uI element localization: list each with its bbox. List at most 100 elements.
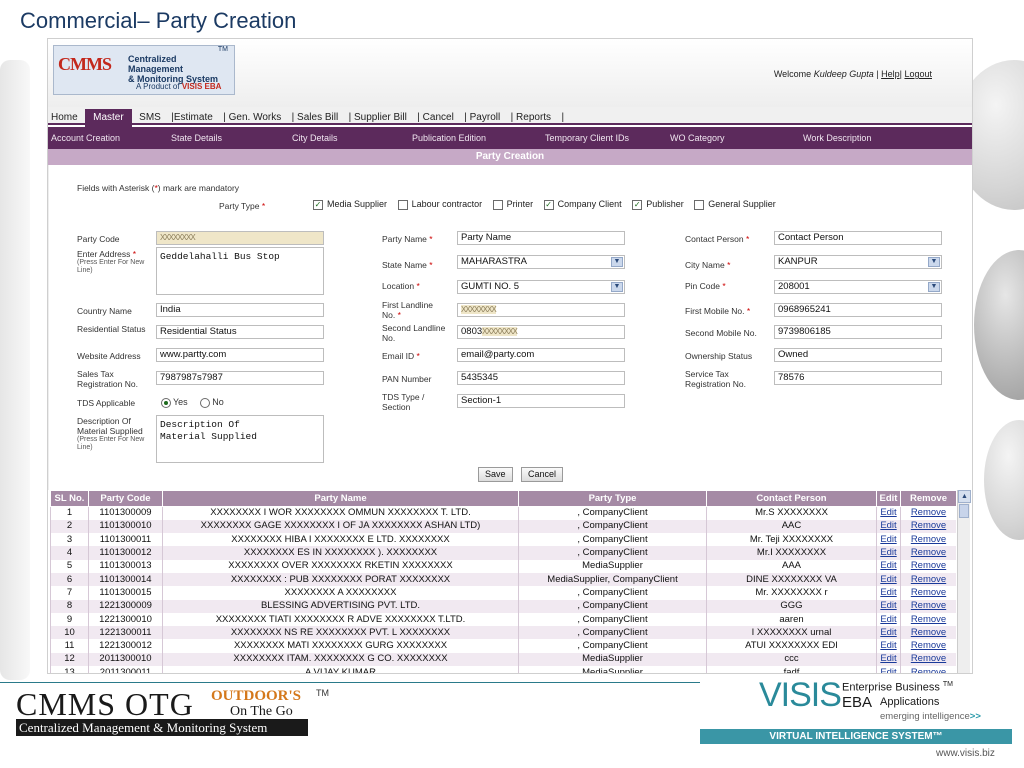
- edit-link[interactable]: Edit: [880, 547, 896, 558]
- email-field[interactable]: email@party.com: [457, 348, 625, 362]
- first-landline-field[interactable]: XXXXXXXX: [457, 303, 625, 317]
- chevron-down-icon[interactable]: ▼: [928, 282, 940, 292]
- website-label: Website Address: [77, 351, 141, 361]
- menu-estimate[interactable]: |Estimate: [168, 109, 216, 127]
- menu-supplier-bill[interactable]: | Supplier Bill: [346, 109, 410, 127]
- edit-link[interactable]: Edit: [880, 560, 896, 571]
- menu-payroll[interactable]: | Payroll: [461, 109, 503, 127]
- checkbox-icon[interactable]: ✓: [632, 199, 643, 210]
- submenu-wo-category[interactable]: WO Category: [670, 127, 725, 149]
- remove-link[interactable]: Remove: [911, 534, 946, 545]
- edit-link[interactable]: Edit: [880, 574, 896, 585]
- save-button[interactable]: Save: [478, 467, 513, 482]
- party-code-field[interactable]: XXXXXXXX: [156, 231, 324, 245]
- party-type-labour-contractor[interactable]: Labour contractor: [397, 199, 482, 210]
- ownership-field[interactable]: Owned: [774, 348, 942, 362]
- submenu-work-description[interactable]: Work Description: [803, 127, 871, 149]
- remove-link[interactable]: Remove: [911, 627, 946, 638]
- desc-textarea[interactable]: Description Of Material Supplied: [156, 415, 324, 463]
- cell-edit: Edit: [876, 506, 901, 520]
- country-field[interactable]: India: [156, 303, 324, 317]
- menu-sms[interactable]: SMS: [136, 109, 164, 127]
- remove-link[interactable]: Remove: [911, 640, 946, 651]
- remove-link[interactable]: Remove: [911, 653, 946, 664]
- remove-link[interactable]: Remove: [911, 560, 946, 571]
- edit-link[interactable]: Edit: [880, 640, 896, 651]
- cell-edit: Edit: [876, 666, 901, 673]
- edit-link[interactable]: Edit: [880, 600, 896, 611]
- cell-party-name: XXXXXXXX I WOR XXXXXXXX OMMUN XXXXXXXX T…: [162, 506, 519, 520]
- submenu-state-details[interactable]: State Details: [171, 127, 222, 149]
- location-select[interactable]: GUMTI NO. 5 ▼: [457, 280, 625, 294]
- table-row: 6 1101300014 XXXXXXXX : PUB XXXXXXXX PORAT…: [50, 572, 956, 587]
- edit-link[interactable]: Edit: [880, 520, 896, 531]
- second-mobile-field[interactable]: 9739806185: [774, 325, 942, 339]
- menu-master[interactable]: Master: [85, 109, 132, 127]
- edit-link[interactable]: Edit: [880, 587, 896, 598]
- scroll-thumb[interactable]: [959, 504, 969, 518]
- party-name-field[interactable]: Party Name: [457, 231, 625, 245]
- website-field[interactable]: www.partty.com: [156, 348, 324, 362]
- menu-home[interactable]: Home: [48, 109, 81, 127]
- menu-cancel[interactable]: | Cancel: [414, 109, 457, 127]
- tds-yes-radio[interactable]: [161, 397, 171, 408]
- party-type-publisher[interactable]: ✓ Publisher: [632, 199, 684, 210]
- col-party-name: Party Name: [162, 490, 519, 507]
- edit-link[interactable]: Edit: [880, 667, 896, 673]
- menu-gen-works[interactable]: | Gen. Works: [220, 109, 284, 127]
- chevron-down-icon[interactable]: ▼: [611, 257, 623, 267]
- edit-link[interactable]: Edit: [880, 614, 896, 625]
- table-scrollbar[interactable]: ▲: [957, 490, 971, 673]
- tds-no-radio[interactable]: [200, 397, 211, 408]
- remove-link[interactable]: Remove: [911, 574, 946, 585]
- checkbox-icon[interactable]: ✓: [543, 199, 554, 210]
- pan-field[interactable]: 5435345: [457, 371, 625, 385]
- party-type-printer[interactable]: Printer: [492, 199, 533, 210]
- checkbox-icon[interactable]: ✓: [313, 199, 323, 210]
- logout-link[interactable]: Logout: [904, 69, 932, 79]
- address-textarea[interactable]: Geddelahalli Bus Stop: [156, 247, 324, 295]
- scroll-up-icon[interactable]: ▲: [958, 490, 971, 503]
- second-landline-field[interactable]: 0803XXXXXXXX: [457, 325, 625, 339]
- edit-link[interactable]: Edit: [880, 627, 896, 638]
- first-mobile-field[interactable]: 0968965241: [774, 303, 942, 317]
- chevron-down-icon[interactable]: ▼: [611, 282, 623, 292]
- cell-remove: Remove: [900, 639, 956, 653]
- residential-field[interactable]: Residential Status: [156, 325, 324, 339]
- remove-link[interactable]: Remove: [911, 600, 946, 611]
- help-link[interactable]: Help: [881, 69, 900, 79]
- contact-person-field[interactable]: Contact Person: [774, 231, 942, 245]
- remove-link[interactable]: Remove: [911, 547, 946, 558]
- remove-link[interactable]: Remove: [911, 667, 946, 673]
- checkbox-icon[interactable]: [492, 199, 503, 210]
- state-select[interactable]: MAHARASTRA ▼: [457, 255, 625, 269]
- city-select[interactable]: KANPUR ▼: [774, 255, 942, 269]
- submenu-publication-edition[interactable]: Publication Edition: [412, 127, 486, 149]
- cancel-button[interactable]: Cancel: [521, 467, 564, 482]
- cell-party-code: 1101300014: [88, 572, 163, 587]
- pin-code-select[interactable]: 208001 ▼: [774, 280, 942, 294]
- menu-reports[interactable]: | Reports: [508, 109, 554, 127]
- desc-label: Description Of Material Supplied (Press …: [77, 416, 145, 451]
- sales-tax-field[interactable]: 7987987s7987: [156, 371, 324, 385]
- edit-link[interactable]: Edit: [880, 534, 896, 545]
- checkbox-icon[interactable]: [694, 199, 705, 210]
- remove-link[interactable]: Remove: [911, 614, 946, 625]
- party-type-company-client[interactable]: ✓ Company Client: [543, 199, 622, 210]
- submenu-account-creation[interactable]: Account Creation: [51, 127, 120, 149]
- menu-sales-bill[interactable]: | Sales Bill: [289, 109, 342, 127]
- submenu-city-details[interactable]: City Details: [292, 127, 338, 149]
- remove-link[interactable]: Remove: [911, 587, 946, 598]
- party-type-media-supplier[interactable]: ✓ Media Supplier: [313, 199, 387, 210]
- remove-link[interactable]: Remove: [911, 507, 946, 518]
- submenu-temporary-client-ids[interactable]: Temporary Client IDs: [545, 127, 629, 149]
- chevron-down-icon[interactable]: ▼: [928, 257, 940, 267]
- edit-link[interactable]: Edit: [880, 653, 896, 664]
- service-tax-field[interactable]: 78576: [774, 371, 942, 385]
- party-type-general-supplier[interactable]: General Supplier: [694, 199, 776, 210]
- checkbox-icon[interactable]: [397, 199, 408, 210]
- remove-link[interactable]: Remove: [911, 520, 946, 531]
- tds-type-field[interactable]: Section-1: [457, 394, 625, 408]
- app-window: CMMS TM Centralized Management & Monitor…: [47, 38, 973, 674]
- edit-link[interactable]: Edit: [880, 507, 896, 518]
